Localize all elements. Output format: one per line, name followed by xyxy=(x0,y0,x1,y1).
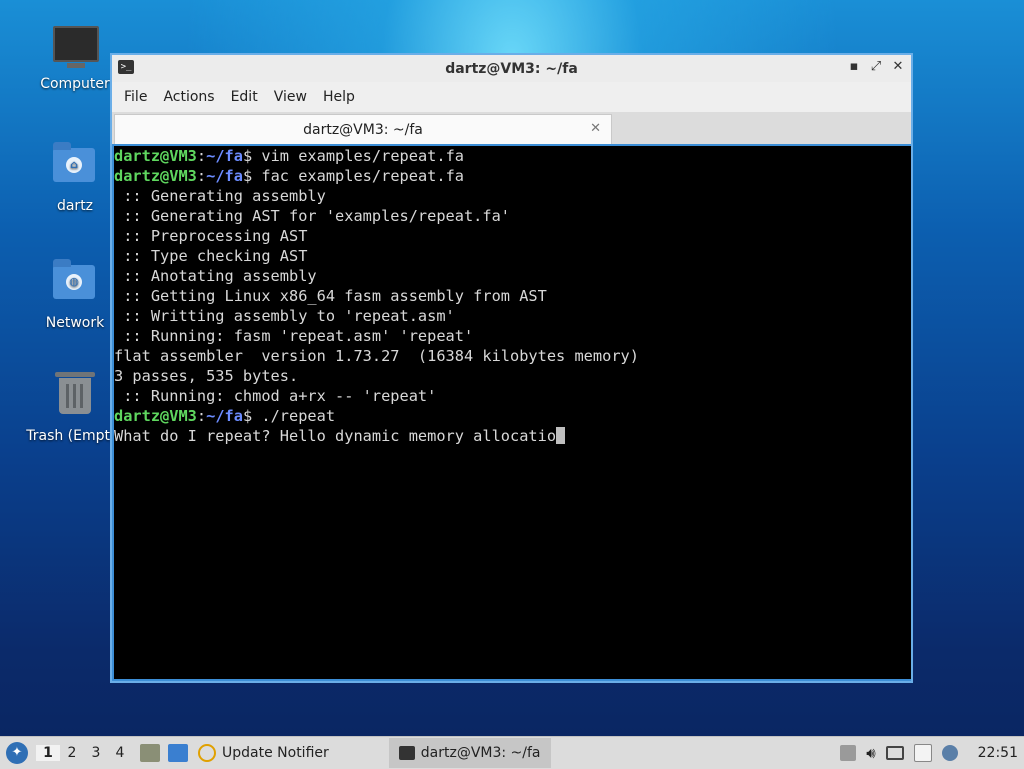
show-desktop-icon[interactable] xyxy=(168,744,188,762)
system-tray: 🔊︎ 22:51 xyxy=(840,737,1024,769)
home-folder-icon: ⌂ xyxy=(53,142,97,192)
workspace-1[interactable]: 1 xyxy=(36,745,60,761)
network-folder-icon: ◍ xyxy=(53,259,97,309)
workspace-4[interactable]: 4 xyxy=(108,745,132,761)
terminal-output-line: :: Getting Linux x86_64 fasm assembly fr… xyxy=(114,287,547,305)
task-label: dartz@VM3: ~/fa xyxy=(420,745,541,761)
terminal-output-line: :: Type checking AST xyxy=(114,247,308,265)
terminal-output-line: :: Writting assembly to 'repeat.asm' xyxy=(114,307,455,325)
trash-icon xyxy=(53,372,97,422)
menu-file[interactable]: File xyxy=(116,89,155,105)
terminal-output-line: :: Generating AST for 'examples/repeat.f… xyxy=(114,207,511,225)
terminal-output-line: :: Generating assembly xyxy=(114,187,326,205)
prompt-path: ~/fa xyxy=(206,167,243,185)
command-text: ./repeat xyxy=(252,407,336,425)
menu-help[interactable]: Help xyxy=(315,89,363,105)
terminal-app-icon: >_ xyxy=(118,60,134,74)
terminal-command-line: dartz@VM3:~/fa$ vim examples/repeat.fa xyxy=(114,147,464,165)
window-titlebar[interactable]: >_ dartz@VM3: ~/fa ▪ ⤢ ✕ xyxy=(112,55,911,82)
computer-icon xyxy=(53,26,99,70)
terminal-output-line: :: Preprocessing AST xyxy=(114,227,308,245)
terminal-output-line: :: Running: fasm 'repeat.asm' 'repeat' xyxy=(114,327,474,345)
terminal-window: >_ dartz@VM3: ~/fa ▪ ⤢ ✕ File Actions Ed… xyxy=(110,53,913,683)
update-notifier-icon xyxy=(198,744,216,762)
terminal-text: dartz@VM3:~/fa$ vim examples/repeat.fa da… xyxy=(114,146,911,446)
terminal-command-line: dartz@VM3:~/fa$ fac examples/repeat.fa xyxy=(114,167,464,185)
terminal-task-icon xyxy=(398,746,415,760)
clipboard-icon[interactable] xyxy=(913,744,932,762)
prompt-user: dartz@VM3 xyxy=(114,167,197,185)
prompt-path: ~/fa xyxy=(206,147,243,165)
task-label: Update Notifier xyxy=(222,745,329,761)
network-tray-icon[interactable] xyxy=(885,746,904,760)
start-menu-icon[interactable]: ✦ xyxy=(6,742,28,764)
terminal-output-line: 3 passes, 535 bytes. xyxy=(114,367,299,385)
tray-arrow-icon[interactable] xyxy=(840,745,857,761)
tab-terminal[interactable]: dartz@VM3: ~/fa ✕ xyxy=(114,114,612,144)
menu-bar: File Actions Edit View Help xyxy=(112,82,911,112)
prompt-user: dartz@VM3 xyxy=(114,407,197,425)
volume-icon[interactable]: 🔊︎ xyxy=(866,744,875,762)
menu-view[interactable]: View xyxy=(266,89,315,105)
maximize-button[interactable]: ⤢ xyxy=(869,59,883,74)
file-manager-icon[interactable] xyxy=(140,744,160,762)
prompt-user: dartz@VM3 xyxy=(114,147,197,165)
taskbar: ✦ 1 2 3 4 Update Notifier dartz@VM3: ~/f… xyxy=(0,736,1024,769)
notification-icon[interactable] xyxy=(941,745,958,761)
window-title: dartz@VM3: ~/fa xyxy=(445,60,578,77)
tab-close-icon[interactable]: ✕ xyxy=(590,121,601,136)
close-button[interactable]: ✕ xyxy=(891,59,905,74)
menu-actions[interactable]: Actions xyxy=(155,89,222,105)
terminal-output[interactable]: dartz@VM3:~/fa$ vim examples/repeat.fa da… xyxy=(114,146,911,679)
tab-title: dartz@VM3: ~/fa xyxy=(303,121,423,138)
menu-edit[interactable]: Edit xyxy=(223,89,266,105)
terminal-output-line: flat assembler version 1.73.27 (16384 ki… xyxy=(114,347,639,365)
command-text: vim examples/repeat.fa xyxy=(252,147,464,165)
terminal-command-line: dartz@VM3:~/fa$ ./repeat xyxy=(114,407,336,425)
task-update-notifier[interactable]: Update Notifier xyxy=(198,738,329,768)
workspace-2[interactable]: 2 xyxy=(60,745,84,761)
text-cursor xyxy=(556,427,566,444)
clock[interactable]: 22:51 xyxy=(978,745,1018,761)
minimize-button[interactable]: ▪ xyxy=(847,59,861,74)
task-terminal[interactable]: dartz@VM3: ~/fa xyxy=(388,738,551,768)
terminal-output-line: :: Running: chmod a+rx -- 'repeat' xyxy=(114,387,437,405)
terminal-output-line: What do I repeat? Hello dynamic memory a… xyxy=(114,426,911,446)
tab-bar: dartz@VM3: ~/fa ✕ xyxy=(112,112,911,144)
workspace-3[interactable]: 3 xyxy=(84,745,108,761)
command-text: fac examples/repeat.fa xyxy=(252,167,464,185)
prompt-path: ~/fa xyxy=(206,407,243,425)
terminal-output-line: :: Anotating assembly xyxy=(114,267,317,285)
